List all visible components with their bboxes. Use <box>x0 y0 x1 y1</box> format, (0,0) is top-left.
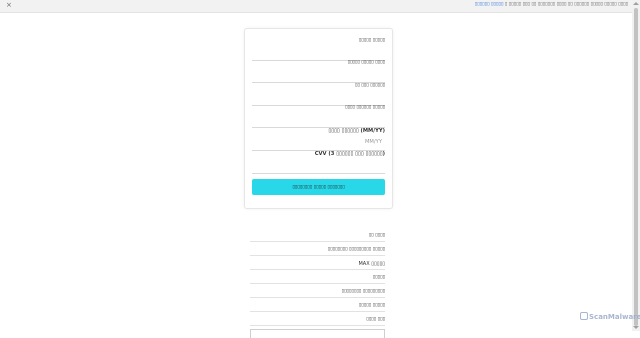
watermark: ScanMalware <box>580 312 640 321</box>
notice-text: ▯▯▯▯ ▯▯▯▯▯ ▯▯▯▯▯ ▯▯▯▯▯▯ ▯▯ ▯▯▯▯ ▯▯▯▯▯▯▯ … <box>475 2 628 7</box>
scrollbar[interactable] <box>632 0 640 331</box>
footer-link[interactable]: ▯▯▯ ▯▯▯▯ <box>250 313 385 326</box>
expiry-placeholder: MM/YY <box>364 139 382 145</box>
scroll-down-icon[interactable] <box>633 326 639 329</box>
footer-link[interactable]: ▯▯▯▯▯ MAX <box>250 257 385 270</box>
watermark-text: ScanMalware <box>589 313 640 321</box>
footer-links: ▯▯▯▯ ▯▯ ▯▯▯▯▯ ▯▯▯▯▯▯▯▯▯ ▯▯▯▯▯▯▯▯ ▯▯▯▯▯ M… <box>250 229 385 338</box>
expiry-label: (MM/YY) ▯▯▯▯▯▯ ▯▯▯▯ <box>328 128 385 134</box>
notice-link[interactable]: ▯▯▯▯▯ ▯▯▯▯▯▯ <box>475 2 504 7</box>
submit-button[interactable]: ▯▯▯▯▯▯▯ ▯▯▯▯▯ ▯▯▯▯▯▯▯▯ <box>252 179 385 195</box>
cvv-label: (▯▯▯▯▯▯ ▯▯▯ ▯▯▯▯▯▯ 3) CVV <box>314 151 385 157</box>
notification-bar: × ▯▯▯▯ ▯▯▯▯▯ ▯▯▯▯▯ ▯▯▯▯▯▯ ▯▯ ▯▯▯▯ ▯▯▯▯▯▯… <box>0 0 632 13</box>
scroll-up-icon[interactable] <box>633 2 639 5</box>
footer-link[interactable]: ▯▯▯▯▯▯▯▯▯ ▯▯▯▯▯▯▯▯ <box>250 285 385 298</box>
phone-field[interactable]: ▯▯▯▯▯▯ ▯▯▯ ▯▯ <box>252 83 385 106</box>
expiry-field[interactable]: (MM/YY) ▯▯▯▯▯▯ ▯▯▯▯ MM/YY <box>252 128 385 151</box>
phone-label: ▯▯▯▯▯▯ ▯▯▯ ▯▯ <box>354 83 385 88</box>
footer-link[interactable]: ▯▯▯▯▯ <box>250 271 385 284</box>
card-number-label: ▯▯▯▯ ▯▯▯▯▯ ▯▯▯▯▯ <box>347 60 385 65</box>
footer-link[interactable]: ▯▯▯▯▯ ▯▯▯▯▯▯▯▯▯ ▯▯▯▯▯▯▯▯ <box>250 243 385 256</box>
close-icon[interactable]: × <box>6 1 12 9</box>
id-field[interactable]: ▯▯▯▯▯ ▯▯▯▯▯▯ ▯▯▯▯ <box>252 105 385 128</box>
cvv-field[interactable]: (▯▯▯▯▯▯ ▯▯▯ ▯▯▯▯▯▯ 3) CVV <box>252 151 385 174</box>
name-field[interactable]: ▯▯▯▯▯ ▯▯▯▯▯ <box>252 38 385 61</box>
id-label: ▯▯▯▯▯ ▯▯▯▯▯▯ ▯▯▯▯ <box>344 105 385 110</box>
name-label: ▯▯▯▯▯ ▯▯▯▯▯ <box>358 38 385 43</box>
footer-link[interactable]: ▯▯▯▯▯ ▯▯▯▯▯ <box>250 299 385 312</box>
footer-link[interactable]: ▯▯▯▯ ▯▯ <box>250 229 385 242</box>
card-number-field[interactable]: ▯▯▯▯ ▯▯▯▯▯ ▯▯▯▯▯ <box>252 60 385 83</box>
notice-message: ▯▯▯▯ ▯▯▯▯▯ ▯▯▯▯▯ ▯▯▯▯▯▯ ▯▯ ▯▯▯▯ ▯▯▯▯▯▯▯ … <box>504 2 628 7</box>
scrollbar-thumb[interactable] <box>634 8 638 326</box>
scanmalware-logo-icon <box>580 312 588 320</box>
payment-form: ▯▯▯▯▯ ▯▯▯▯▯ ▯▯▯▯ ▯▯▯▯▯ ▯▯▯▯▯ ▯▯▯▯▯▯ ▯▯▯ … <box>244 28 393 209</box>
footer-box <box>250 329 385 338</box>
